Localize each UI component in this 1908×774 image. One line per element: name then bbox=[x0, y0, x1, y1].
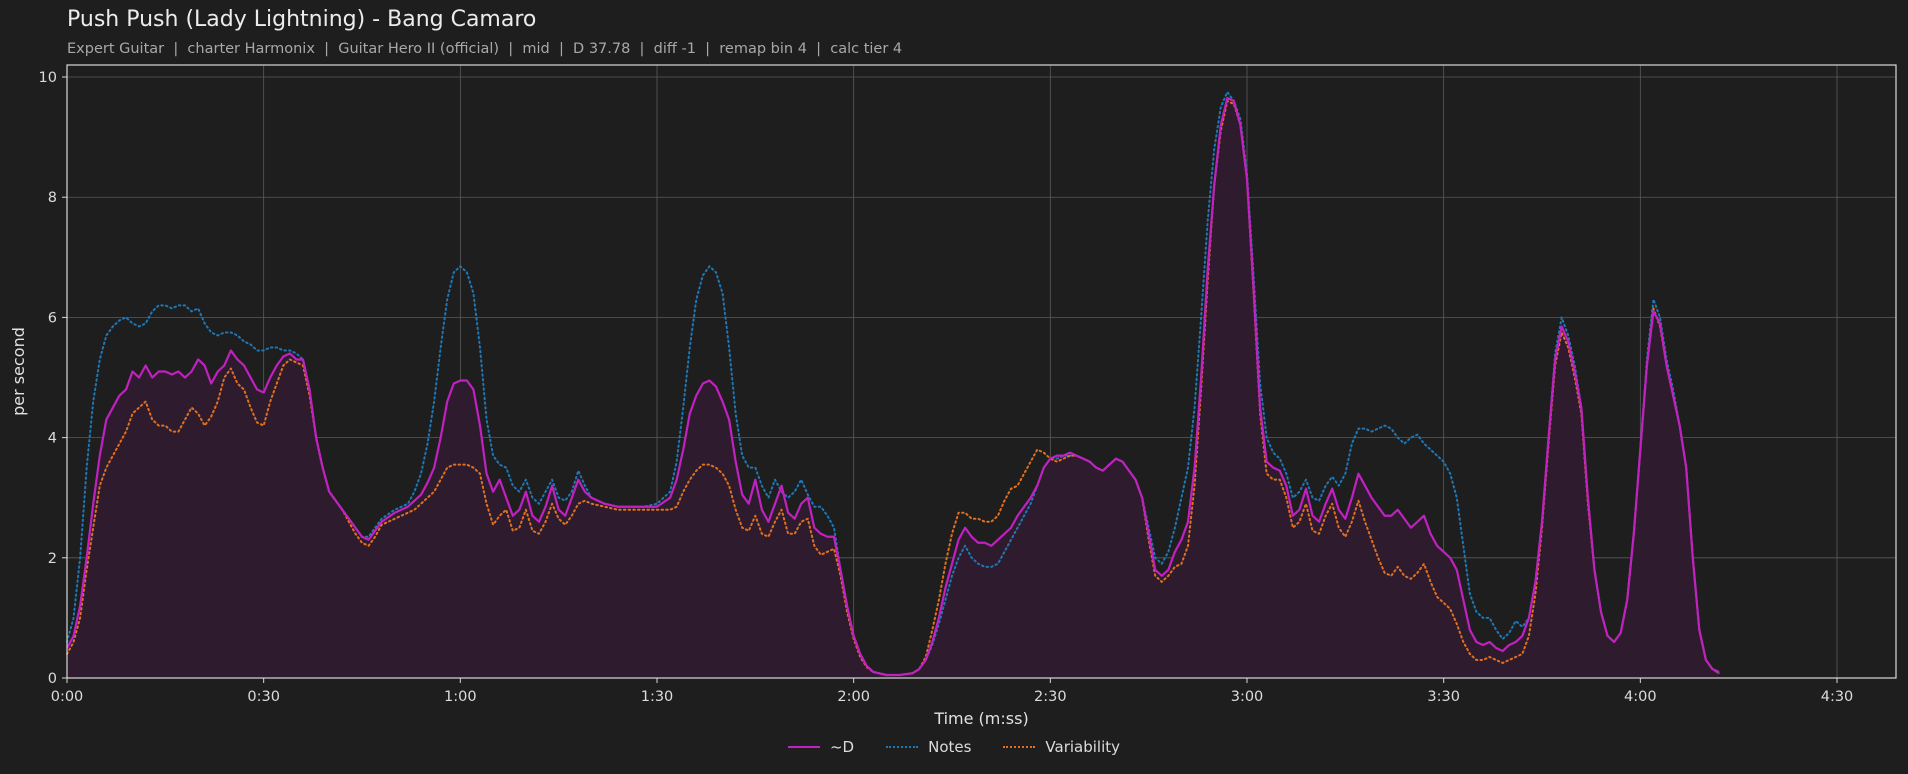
legend-swatch bbox=[1003, 746, 1036, 748]
legend-swatch bbox=[787, 746, 820, 748]
y-tick-label: 4 bbox=[48, 431, 57, 447]
legend-swatch bbox=[886, 746, 919, 748]
legend-item: Notes bbox=[886, 738, 971, 756]
x-tick-label: 1:00 bbox=[444, 689, 477, 705]
x-tick-label: 4:00 bbox=[1624, 689, 1657, 705]
y-tick-label: 2 bbox=[48, 551, 57, 567]
x-tick-label: 0:00 bbox=[51, 689, 84, 705]
legend-label: Notes bbox=[928, 738, 972, 756]
chart-legend: ~D Notes Variability bbox=[0, 738, 1908, 756]
x-axis-label: Time (m:ss) bbox=[933, 709, 1028, 728]
x-tick-label: 1:30 bbox=[641, 689, 674, 705]
legend-label: Variability bbox=[1045, 738, 1121, 756]
x-tick-label: 3:30 bbox=[1427, 689, 1460, 705]
y-tick-label: 8 bbox=[48, 190, 57, 206]
legend-item: ~D bbox=[787, 738, 855, 756]
x-tick-label: 4:30 bbox=[1821, 689, 1854, 705]
x-tick-label: 2:30 bbox=[1034, 689, 1067, 705]
y-axis-label: per second bbox=[9, 327, 28, 416]
chart-plot: 0:00 0:30 1:00 1:30 2:00 2:30 3:00 3:30 4:00 4:30… bbox=[9, 64, 1897, 728]
x-tick-label: 0:30 bbox=[247, 689, 280, 705]
x-tick-label: 3:00 bbox=[1231, 689, 1264, 705]
legend-label: ~D bbox=[829, 738, 855, 756]
x-tick-label: 2:00 bbox=[837, 689, 870, 705]
y-tick-label: 6 bbox=[48, 310, 57, 326]
legend-item: Variability bbox=[1003, 738, 1120, 756]
y-tick-label: 10 bbox=[39, 70, 57, 86]
y-tick-label: 0 bbox=[48, 671, 57, 687]
